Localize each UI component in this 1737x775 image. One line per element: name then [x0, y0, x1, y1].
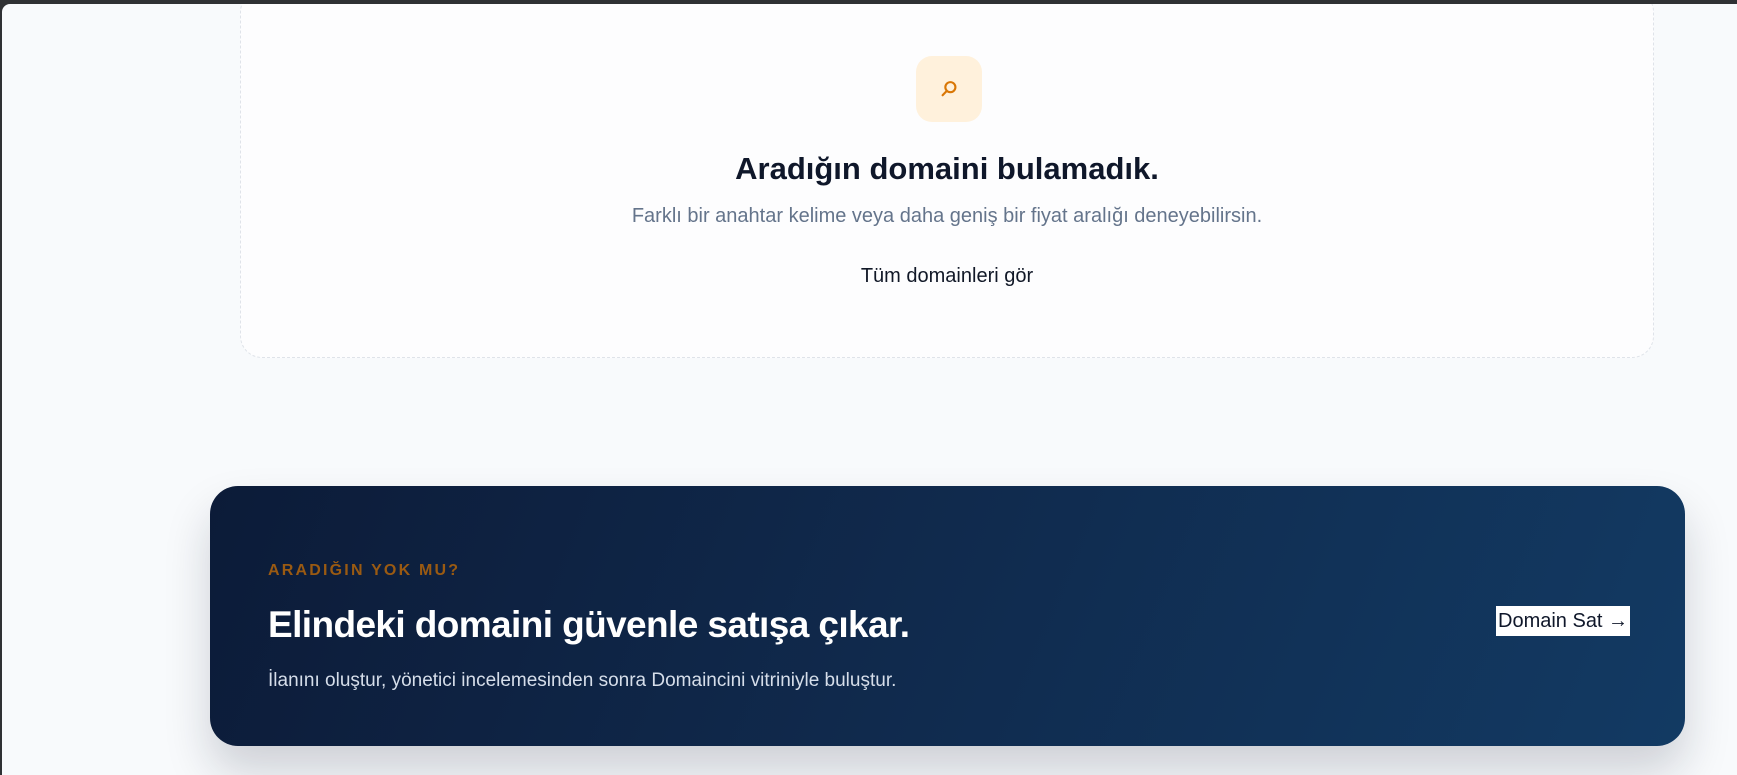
- banner-description: İlanını oluştur, yönetici incelemesinden…: [268, 670, 897, 691]
- search-icon: [938, 78, 960, 100]
- empty-results-card: Aradığın domaini bulamadık. Farklı bir a…: [240, 4, 1654, 358]
- sell-domain-button[interactable]: Domain Sat →: [1496, 606, 1631, 636]
- sell-domain-banner: ARADIĞIN YOK MU? Elindeki domaini güvenl…: [210, 486, 1685, 746]
- empty-state-subtitle: Farklı bir anahtar kelime veya daha geni…: [631, 205, 1263, 227]
- all-domains-link[interactable]: Tüm domainleri gör: [241, 263, 1653, 289]
- empty-state-title: Aradığın domaini bulamadık.: [735, 151, 1159, 186]
- banner-title: Elindeki domaini güvenle satışa çıkar.: [268, 604, 910, 645]
- banner-eyebrow: ARADIĞIN YOK MU?: [268, 562, 461, 579]
- search-icon-badge: [916, 56, 982, 122]
- page-viewport: Aradığın domaini bulamadık. Farklı bir a…: [2, 4, 1737, 775]
